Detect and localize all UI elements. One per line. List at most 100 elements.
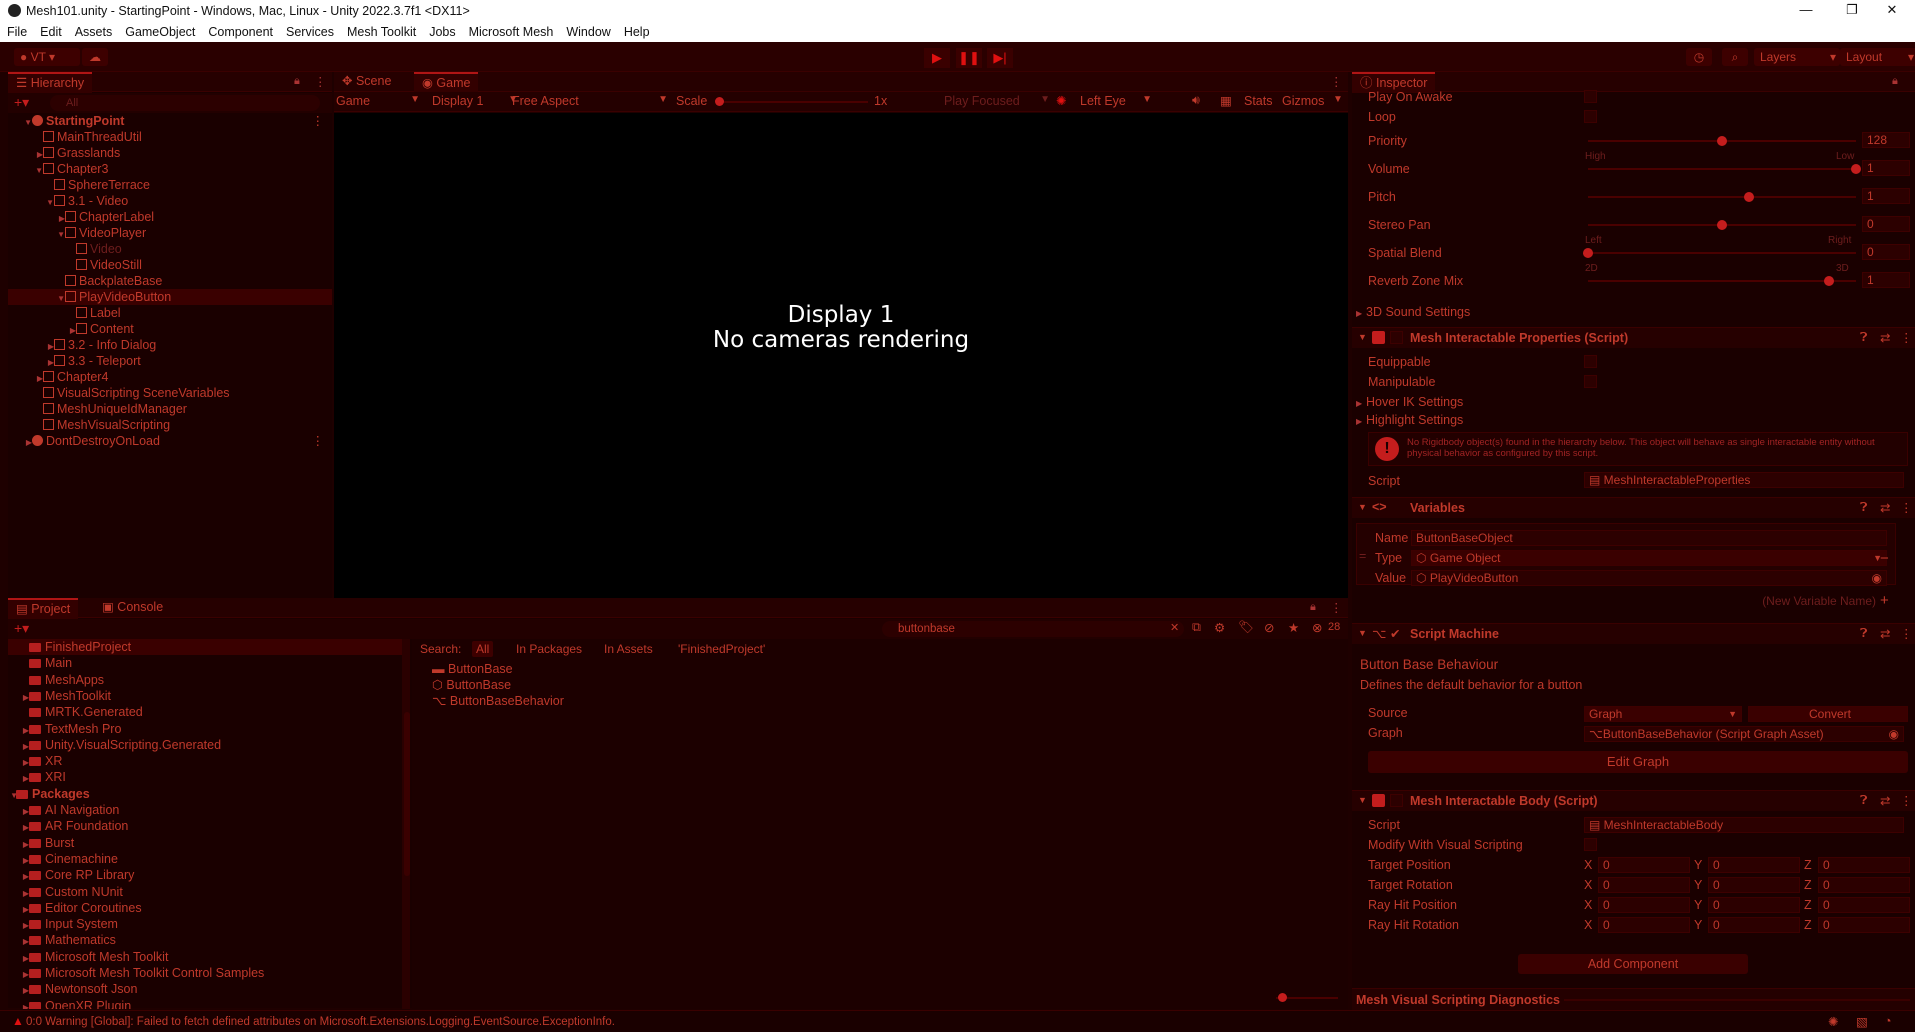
hidden-packages-icon[interactable]: ⊗ xyxy=(1312,620,1322,635)
more-icon[interactable]: ⋮ xyxy=(314,74,327,89)
step-button[interactable]: ▶| xyxy=(987,48,1013,68)
loop-checkbox[interactable] xyxy=(1584,110,1597,123)
menu-microsoft-mesh[interactable]: Microsoft Mesh xyxy=(462,22,560,39)
hover-ik-foldout[interactable]: ▶ Hover IK Settings xyxy=(1356,395,1463,409)
priority-slider-knob[interactable] xyxy=(1717,136,1727,146)
hierarchy-item[interactable]: ▶ 3.2 - Info Dialog xyxy=(8,337,332,353)
tab-game[interactable]: ◉ Game xyxy=(414,72,479,93)
more-icon[interactable]: ⋮ xyxy=(1900,626,1913,641)
menu-mesh-toolkit[interactable]: Mesh Toolkit xyxy=(340,22,422,39)
preset-icon[interactable]: ⇄ xyxy=(1880,330,1890,345)
hierarchy-item[interactable]: MainThreadUtil xyxy=(8,129,332,145)
scale-slider-knob[interactable] xyxy=(715,97,724,106)
drag-handle-icon[interactable]: = xyxy=(1359,549,1366,563)
reverb-zone-mix-slider[interactable] xyxy=(1588,280,1856,282)
reverb-zone-mix-value-input[interactable]: 1 xyxy=(1862,272,1910,288)
equippable-checkbox[interactable] xyxy=(1584,355,1597,368)
project-folder-item[interactable]: ▶ Microsoft Mesh Toolkit xyxy=(8,949,404,965)
project-folder-item[interactable]: ▶ AI Navigation xyxy=(8,802,404,818)
more-icon[interactable]: ⋮ xyxy=(312,433,325,449)
hierarchy-item[interactable]: ▶ Chapter4 xyxy=(8,369,332,385)
project-folder-item[interactable]: ▶ Cinemachine xyxy=(8,851,404,867)
preset-icon[interactable]: ⇄ xyxy=(1880,793,1890,808)
add-asset-icon[interactable]: +▾ xyxy=(14,620,29,637)
priority-value-input[interactable]: 128 xyxy=(1862,132,1910,148)
menu-services[interactable]: Services xyxy=(279,22,340,39)
mesh-interactable-body-header[interactable]: ▼ Mesh Interactable Body (Script) ❓︎ ⇄ ⋮ xyxy=(1352,790,1915,811)
filter-folder[interactable]: 'FinishedProject' xyxy=(678,642,765,656)
graph-field[interactable]: ⌥ButtonBaseBehavior (Script Graph Asset)… xyxy=(1584,726,1904,742)
account-dropdown[interactable]: ● VT ▾ xyxy=(14,48,80,66)
project-folder-item[interactable]: FinishedProject xyxy=(8,639,404,655)
eye-dropdown[interactable]: Left Eye ▼ xyxy=(1080,94,1154,110)
sound-settings-foldout[interactable]: ▶ 3D Sound Settings xyxy=(1356,305,1470,319)
project-folder-item[interactable]: MeshApps xyxy=(8,672,404,688)
hierarchy-item[interactable]: SphereTerrace xyxy=(8,177,332,193)
gizmos-button[interactable]: Gizmos xyxy=(1282,94,1324,108)
layers-dropdown[interactable]: Layers ▾ xyxy=(1754,48,1840,66)
pitch-slider-knob[interactable] xyxy=(1743,192,1754,202)
help-icon[interactable]: ❓︎ xyxy=(1860,626,1868,641)
spatial-blend-slider[interactable] xyxy=(1588,252,1856,254)
variable-value-field[interactable]: ⬡ PlayVideoButton ◉ xyxy=(1411,570,1887,586)
game-mode-dropdown[interactable]: Game ▼ xyxy=(336,94,422,110)
preset-icon[interactable]: ⇄ xyxy=(1880,626,1890,641)
edit-graph-button[interactable]: Edit Graph xyxy=(1368,751,1908,773)
project-folder-item[interactable]: Main xyxy=(8,655,404,671)
filter-in-packages[interactable]: In Packages xyxy=(516,642,582,656)
variables-header[interactable]: ▼ <> Variables ❓︎ ⇄ ⋮ xyxy=(1352,497,1915,518)
project-folder-item[interactable]: ▶ OpenXR Plugin xyxy=(8,998,404,1009)
manipulable-checkbox[interactable] xyxy=(1584,375,1597,388)
project-folder-item[interactable]: ▶ XR xyxy=(8,753,404,769)
audio-icon[interactable]: 🔊︎ xyxy=(1192,93,1200,108)
pause-button[interactable]: ❚❚ xyxy=(956,48,982,68)
more-icon[interactable]: ⋮ xyxy=(1900,793,1913,808)
tab-project[interactable]: ▤ Project xyxy=(8,598,79,619)
hierarchy-item[interactable]: ▶ ChapterLabel xyxy=(8,209,332,225)
minimize-button[interactable]: — xyxy=(1783,2,1829,20)
hierarchy-item[interactable]: ▶ Grasslands xyxy=(8,145,332,161)
hierarchy-search-input[interactable]: All xyxy=(50,95,320,111)
hierarchy-item[interactable]: Video xyxy=(8,241,332,257)
stereo-pan-value-input[interactable]: 0 xyxy=(1862,216,1910,232)
bug-icon[interactable]: ✺ xyxy=(1056,93,1066,108)
hierarchy-item[interactable]: VisualScripting SceneVariables xyxy=(8,385,332,401)
help-icon[interactable]: ❓︎ xyxy=(1860,330,1868,345)
icon-size-slider-knob[interactable] xyxy=(1278,993,1287,1002)
menu-edit[interactable]: Edit xyxy=(33,22,68,39)
project-result-item[interactable]: ▬ ButtonBase xyxy=(432,661,513,677)
preset-icon[interactable]: ⇄ xyxy=(1880,500,1890,515)
pitch-slider[interactable] xyxy=(1588,196,1856,198)
hierarchy-item[interactable]: ▼ PlayVideoButton xyxy=(8,289,332,305)
project-folder-item[interactable]: ▶ Custom NUnit xyxy=(8,884,404,900)
component-enabled-checkbox[interactable]: ✔ xyxy=(1390,626,1400,641)
tab-console[interactable]: ▣ Console xyxy=(94,598,171,617)
hierarchy-item[interactable]: ▼ 3.1 - Video xyxy=(8,193,332,209)
project-folder-item[interactable]: ▶ Input System xyxy=(8,916,404,932)
project-folder-item[interactable]: ▶ Microsoft Mesh Toolkit Control Samples xyxy=(8,965,404,981)
tag-icon[interactable]: 🏷︎ xyxy=(1238,620,1254,635)
grid-icon[interactable]: ▦ xyxy=(1220,93,1232,108)
display-dropdown[interactable]: Display 1 ▼ xyxy=(432,94,520,110)
play-focused-dropdown[interactable]: Play Focused ▼ xyxy=(944,94,1052,110)
project-folder-item[interactable]: MRTK.Generated xyxy=(8,704,404,720)
highlight-foldout[interactable]: ▶ Highlight Settings xyxy=(1356,413,1463,427)
hierarchy-item[interactable]: MeshVisualScripting xyxy=(8,417,332,433)
volume-slider-knob[interactable] xyxy=(1851,164,1861,174)
hierarchy-item[interactable]: ▼ StartingPoint ⋮ xyxy=(8,113,332,129)
tab-scene[interactable]: ✥ Scene xyxy=(334,72,399,91)
play-button[interactable]: ▶ xyxy=(924,48,950,68)
status-message[interactable]: 0:0 Warning [Global]: Failed to fetch de… xyxy=(26,1016,615,1028)
variable-name-input[interactable]: ButtonBaseObject xyxy=(1411,530,1887,546)
cloud-icon[interactable]: ☁ xyxy=(82,48,108,66)
modify-visual-scripting-checkbox[interactable] xyxy=(1584,838,1597,851)
play-on-awake-checkbox[interactable] xyxy=(1584,90,1597,103)
log-icon[interactable]: ⊘ xyxy=(1264,620,1274,635)
hierarchy-item[interactable]: Label xyxy=(8,305,332,321)
progress-icon[interactable]: ◔ xyxy=(1884,1014,1892,1028)
hierarchy-item[interactable]: ▶ DontDestroyOnLoad ⋮ xyxy=(8,433,332,449)
project-folder-item[interactable]: ▶ Mathematics xyxy=(8,932,404,948)
component-enabled-checkbox[interactable] xyxy=(1390,331,1403,344)
script-machine-header[interactable]: ▼ ⌥ ✔ Script Machine ❓︎ ⇄ ⋮ xyxy=(1352,623,1915,644)
project-folder-item[interactable]: ▶ Unity.VisualScripting.Generated xyxy=(8,737,404,753)
